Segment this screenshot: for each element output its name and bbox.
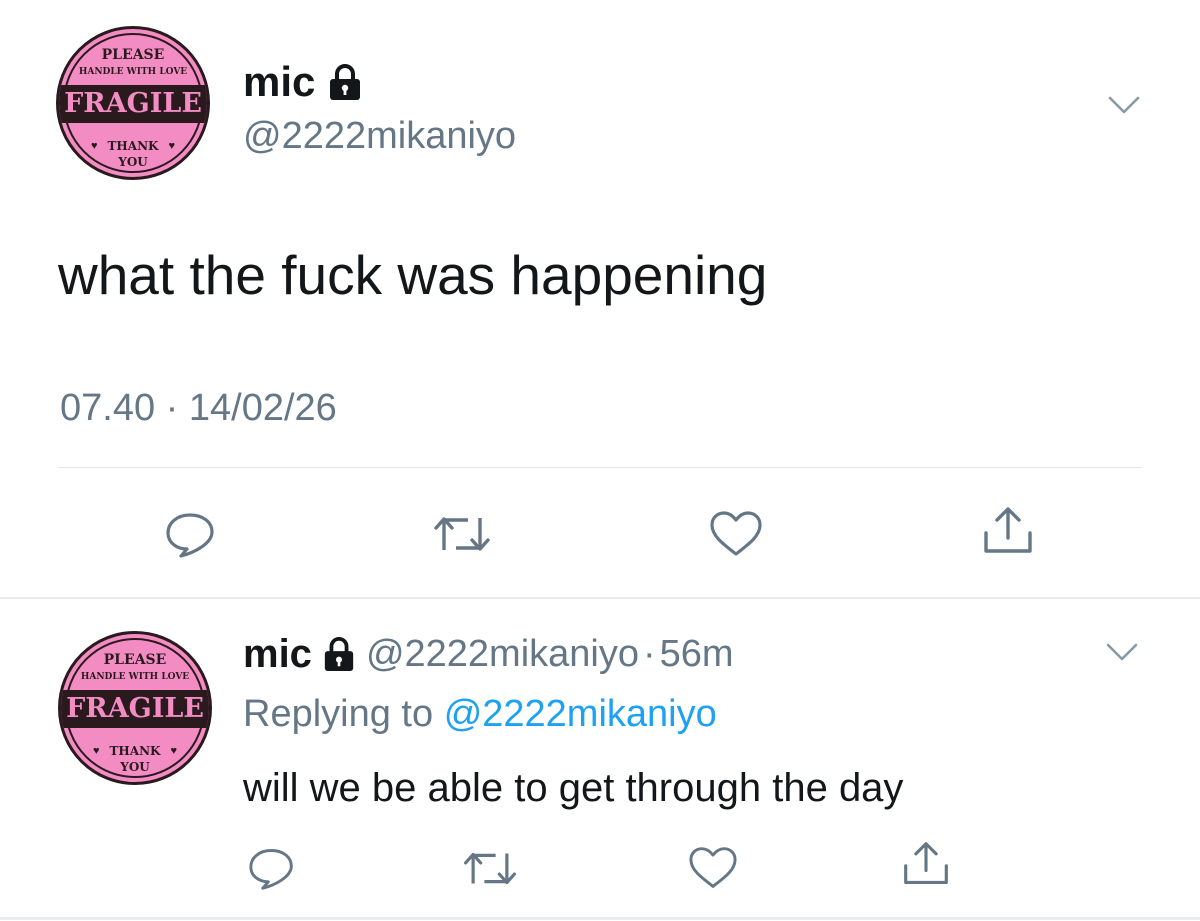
avatar[interactable]: PLEASE HANDLE WITH LOVE FRAGILE ♥ THANK … <box>58 631 212 785</box>
avatar-text-thank: THANK <box>109 744 161 758</box>
lock-icon <box>327 63 363 101</box>
avatar-text-fragile: FRAGILE <box>66 693 204 724</box>
time-ago[interactable]: 56m <box>660 633 734 676</box>
replying-to-label: Replying to <box>243 693 434 735</box>
avatar-text-handle-with-love: HANDLE WITH LOVE <box>80 672 190 682</box>
replying-to-link[interactable]: @2222mikaniyo <box>444 693 717 735</box>
tweet-text: what the fuck was happening <box>58 244 768 306</box>
heart-icon: ♥ <box>168 140 175 152</box>
retweet-icon[interactable] <box>460 846 520 891</box>
author-handle[interactable]: @2222mikaniyo <box>243 114 516 158</box>
share-icon[interactable] <box>900 840 952 888</box>
avatar-text-thank: THANK <box>107 139 159 153</box>
avatar[interactable]: PLEASE HANDLE WITH LOVE FRAGILE ♥ THANK … <box>56 26 210 180</box>
reply-icon[interactable] <box>246 845 298 891</box>
display-name[interactable]: mic <box>243 58 315 106</box>
chevron-down-icon[interactable] <box>1104 639 1140 665</box>
divider <box>58 467 1142 468</box>
avatar-text-handle-with-love: HANDLE WITH LOVE <box>78 67 188 77</box>
reply-header-row: mic @2222mikaniyo · 56m <box>243 630 734 678</box>
avatar-text-please: PLEASE <box>103 652 167 668</box>
like-icon[interactable] <box>686 845 740 891</box>
author-name-row[interactable]: mic <box>243 58 363 106</box>
chevron-down-icon[interactable] <box>1106 92 1142 118</box>
retweet-icon[interactable] <box>430 510 494 558</box>
section-divider <box>0 597 1200 599</box>
bottom-divider <box>0 917 1200 920</box>
avatar-text-fragile: FRAGILE <box>64 88 202 119</box>
replying-to-line: Replying to @2222mikaniyo <box>243 692 717 736</box>
share-icon[interactable] <box>980 505 1036 557</box>
reply-icon[interactable] <box>163 509 219 559</box>
separator-dot: · <box>643 632 656 675</box>
avatar-text-you: YOU <box>118 155 148 169</box>
display-name[interactable]: mic <box>243 632 312 677</box>
tweet-timestamp[interactable]: 07.40 · 14/02/26 <box>60 386 337 430</box>
tweet-text: will we be able to get through the day <box>243 766 904 810</box>
like-icon[interactable] <box>707 509 765 559</box>
avatar-text-you: YOU <box>120 760 150 774</box>
avatar-text-please: PLEASE <box>101 47 165 63</box>
heart-icon: ♥ <box>170 745 177 757</box>
author-handle[interactable]: @2222mikaniyo <box>366 633 639 676</box>
lock-icon <box>322 636 356 672</box>
